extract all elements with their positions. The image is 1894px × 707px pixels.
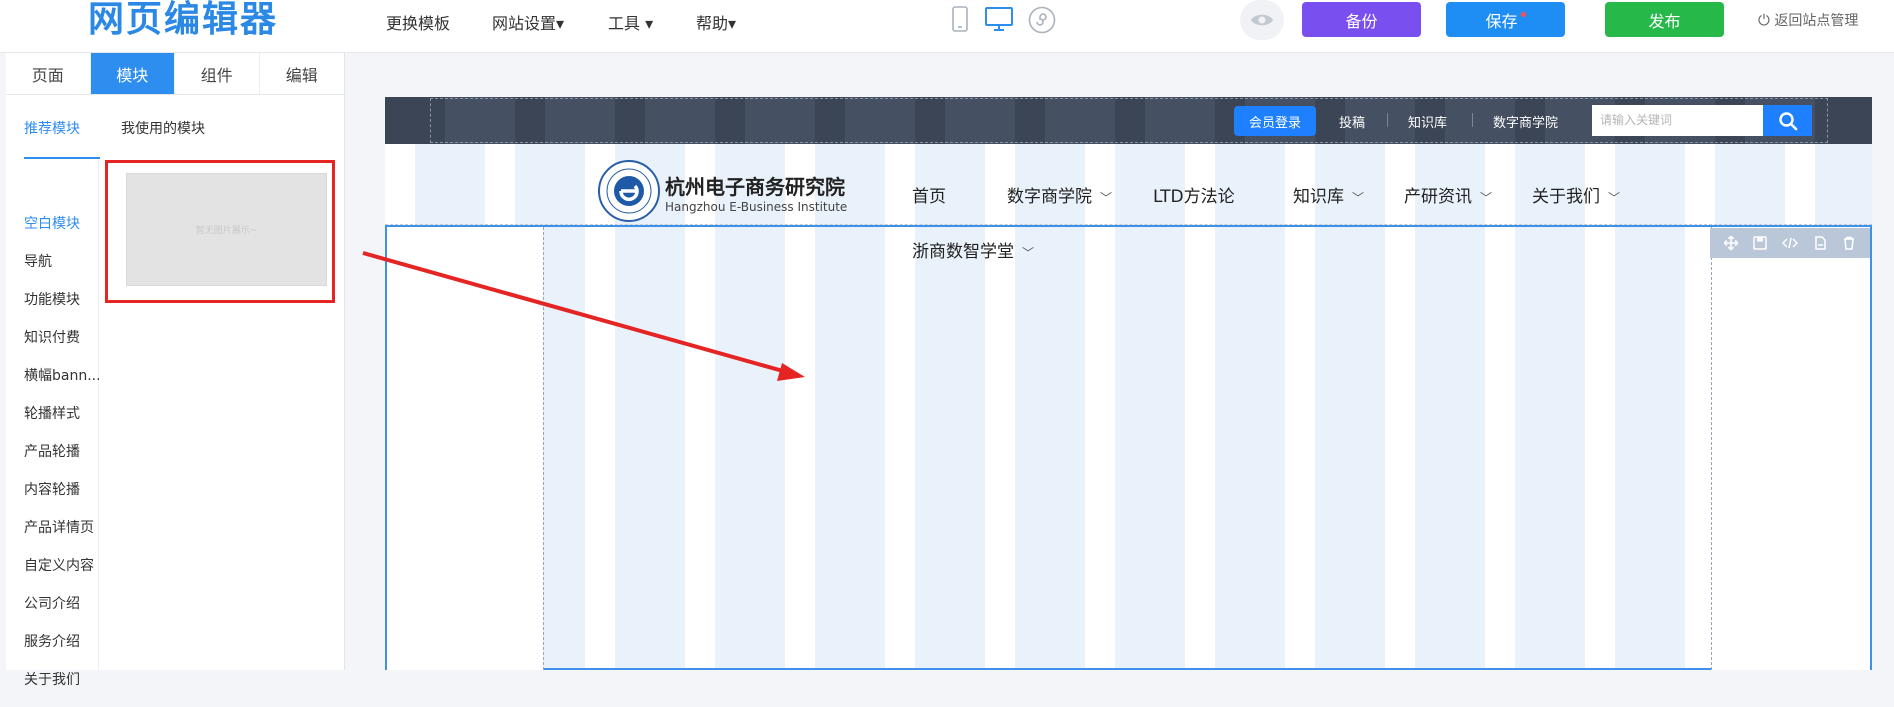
- search-icon: [1778, 111, 1797, 130]
- back-to-site-management[interactable]: ⏻ 返回站点管理: [1758, 10, 1858, 30]
- back-label: 返回站点管理: [1774, 13, 1859, 29]
- top-link-separator: [1387, 113, 1388, 127]
- mobile-icon[interactable]: [950, 5, 970, 33]
- subtab-used[interactable]: 我使用的模块: [121, 118, 205, 138]
- category-product-detail[interactable]: 产品详情页: [6, 517, 99, 555]
- highlight-box: 暂无图片展示~: [105, 160, 335, 303]
- category-company-intro[interactable]: 公司介绍: [6, 593, 99, 631]
- member-login-button[interactable]: 会员登录: [1234, 106, 1316, 136]
- selected-module-outline[interactable]: [385, 225, 1872, 670]
- nav-home[interactable]: 首页: [912, 182, 946, 207]
- chevron-down-icon: ﹀: [1480, 191, 1493, 205]
- category-nav[interactable]: 导航: [6, 251, 99, 289]
- top-link-separator: [1472, 113, 1473, 127]
- category-about-us[interactable]: 关于我们: [6, 669, 99, 707]
- module-left-margin: [387, 227, 543, 670]
- site-search-button[interactable]: [1763, 105, 1812, 136]
- module-inner-guide-left: [543, 227, 544, 670]
- nav-label: 首页: [912, 187, 946, 207]
- preview-button[interactable]: [1240, 0, 1284, 40]
- blank-module-thumbnail[interactable]: 暂无图片展示~: [126, 173, 327, 286]
- menu-help[interactable]: 帮助▾: [696, 10, 736, 34]
- module-panel: 页面 模块 组件 编辑 推荐模块 我使用的模块 空白模块 导航 功能模块 知识付…: [6, 53, 344, 688]
- tab-modules[interactable]: 模块: [90, 53, 175, 94]
- category-banner[interactable]: 横幅bann...: [6, 365, 99, 403]
- nav-zheshang-academy[interactable]: 浙商数智学堂 ﹀: [912, 237, 1034, 262]
- menu-site-settings[interactable]: 网站设置▾: [492, 10, 564, 34]
- tab-pages[interactable]: 页面: [6, 53, 91, 94]
- nav-label: 关于我们: [1532, 187, 1600, 207]
- category-product-carousel[interactable]: 产品轮播: [6, 441, 99, 479]
- tab-edit[interactable]: 编辑: [260, 53, 345, 94]
- code-icon[interactable]: [1781, 236, 1798, 250]
- chevron-down-icon: ﹀: [1608, 191, 1621, 205]
- unsaved-dot-icon: [1520, 12, 1526, 17]
- category-service-intro[interactable]: 服务介绍: [6, 631, 99, 669]
- nav-ltd-method[interactable]: LTD方法论: [1153, 182, 1235, 207]
- nav-digital-academy[interactable]: 数字商学院 ﹀: [1007, 182, 1112, 207]
- save-button[interactable]: 保存: [1446, 2, 1565, 37]
- nav-label: 浙商数智学堂: [912, 242, 1014, 262]
- nav-about-us[interactable]: 关于我们 ﹀: [1532, 182, 1620, 207]
- category-content-carousel[interactable]: 内容轮播: [6, 479, 99, 517]
- nav-label: 产研资讯: [1404, 187, 1472, 207]
- subtab-active-underline: [24, 157, 100, 159]
- category-blank[interactable]: 空白模块: [6, 213, 99, 251]
- nav-label: 数字商学院: [1007, 187, 1092, 207]
- delete-icon[interactable]: [1842, 236, 1856, 250]
- category-custom-content[interactable]: 自定义内容: [6, 555, 99, 593]
- editor-top-bar: 网页编辑器 更换模板 网站设置▾ 工具 ▾ 帮助▾ 备份 保存 发布 ⏻ 返回站…: [0, 0, 1894, 53]
- eye-icon: [1251, 14, 1273, 26]
- subtab-recommended[interactable]: 推荐模块: [24, 118, 80, 138]
- move-icon[interactable]: [1723, 236, 1738, 250]
- brand-subtitle: Hangzhou E-Business Institute: [665, 200, 848, 214]
- thumbnail-placeholder-text: 暂无图片展示~: [195, 226, 258, 236]
- nav-research-news[interactable]: 产研资讯 ﹀: [1404, 182, 1492, 207]
- tab-components[interactable]: 组件: [175, 53, 260, 94]
- power-icon: ⏻: [1758, 11, 1770, 29]
- brand-name: 杭州电子商务研究院: [665, 175, 845, 199]
- save-icon[interactable]: [1753, 236, 1767, 250]
- link-knowledge[interactable]: 知识库: [1408, 112, 1447, 131]
- chevron-down-icon: ﹀: [1352, 191, 1365, 205]
- link-digital-academy[interactable]: 数字商学院: [1493, 112, 1558, 131]
- site-search-input[interactable]: 请输入关键词: [1592, 105, 1763, 136]
- chevron-down-icon: ﹀: [1100, 191, 1113, 205]
- app-logo: 网页编辑器: [88, 0, 279, 40]
- save-button-label: 保存: [1485, 11, 1518, 31]
- nav-label: LTD方法论: [1153, 187, 1235, 207]
- chevron-down-icon: ﹀: [1022, 246, 1035, 260]
- nav-label: 知识库: [1293, 187, 1344, 207]
- site-top-strip[interactable]: 会员登录 投稿 知识库 数字商学院 请输入关键词: [385, 97, 1872, 144]
- panel-border: [344, 53, 345, 670]
- menu-tools[interactable]: 工具 ▾: [608, 10, 653, 34]
- desktop-icon[interactable]: [984, 5, 1014, 33]
- category-carousel-style[interactable]: 轮播样式: [6, 403, 99, 441]
- link-submit[interactable]: 投稿: [1339, 112, 1365, 131]
- category-list: 空白模块 导航 功能模块 知识付费 横幅bann... 轮播样式 产品轮播 内容…: [6, 213, 99, 707]
- backup-button[interactable]: 备份: [1302, 2, 1421, 37]
- nav-knowledge[interactable]: 知识库 ﹀: [1293, 182, 1364, 207]
- panel-tabs: 页面 模块 组件 编辑: [6, 53, 344, 95]
- category-function[interactable]: 功能模块: [6, 289, 99, 327]
- copy-icon[interactable]: [1813, 236, 1827, 250]
- mini-program-icon[interactable]: [1027, 5, 1057, 35]
- publish-button[interactable]: 发布: [1605, 2, 1724, 37]
- category-paid-knowledge[interactable]: 知识付费: [6, 327, 99, 365]
- institute-logo: [598, 160, 660, 222]
- module-inner-guide-right: [1711, 227, 1712, 670]
- module-right-margin: [1712, 227, 1870, 670]
- module-toolbar: [1710, 228, 1870, 258]
- editor-canvas: 会员登录 投稿 知识库 数字商学院 请输入关键词 杭州电子商务研究院 Hangz…: [385, 97, 1872, 670]
- menu-change-template[interactable]: 更换模板: [386, 10, 450, 34]
